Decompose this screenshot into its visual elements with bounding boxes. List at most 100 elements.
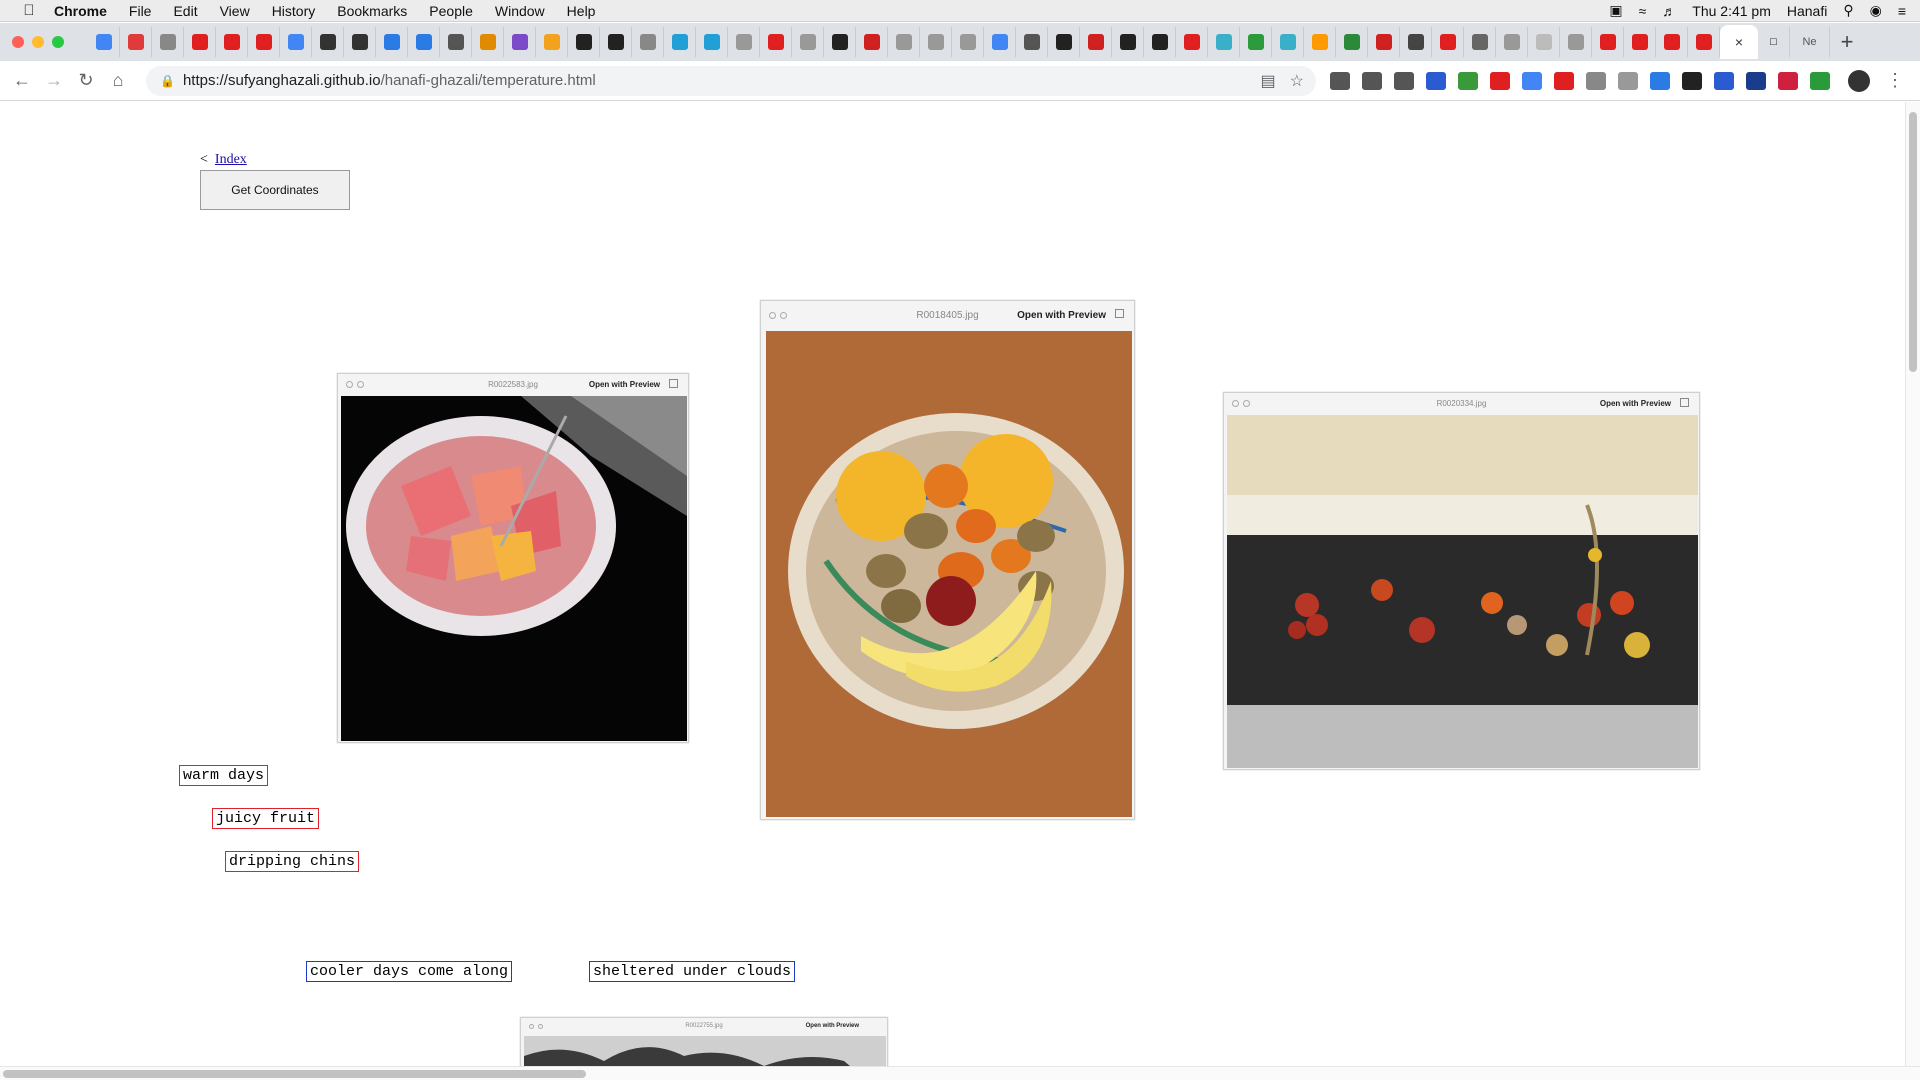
lock-icon[interactable]: 🔒 [160, 74, 175, 88]
open-with-preview-button[interactable]: Open with Preview [1017, 310, 1106, 321]
menu-clock[interactable]: Thu 2:41 pm [1692, 3, 1771, 19]
extension-icon-8[interactable] [1554, 71, 1574, 90]
spotlight-search-icon[interactable]: ⚲ [1843, 2, 1853, 19]
extension-icon-2[interactable] [1362, 71, 1382, 90]
photo-window-tomatoes[interactable]: R0020334.jpg Open with Preview [1223, 392, 1700, 770]
pinned-tab-34[interactable] [1144, 27, 1176, 57]
pinned-tab-7[interactable] [280, 27, 312, 57]
pinned-tab-6[interactable] [248, 27, 280, 57]
pinned-tab-46[interactable] [1528, 27, 1560, 57]
pinned-tab-33[interactable] [1112, 27, 1144, 57]
pinned-tab-17[interactable] [600, 27, 632, 57]
home-button[interactable]: ⌂ [102, 65, 134, 97]
pinned-tab-24[interactable] [824, 27, 856, 57]
siri-icon[interactable]: ◉ [1870, 2, 1882, 19]
menu-people[interactable]: People [429, 3, 473, 19]
pinned-tab-35[interactable] [1176, 27, 1208, 57]
tag-juicy-fruit[interactable]: juicy fruit [212, 808, 320, 829]
pinned-tab-10[interactable] [376, 27, 408, 57]
pinned-tab-50[interactable] [1656, 27, 1688, 57]
pinned-tab-3[interactable] [152, 27, 184, 57]
expand-dot-icon[interactable] [357, 380, 364, 388]
pinned-tab-30[interactable] [1016, 27, 1048, 57]
tag-sheltered-under-clouds[interactable]: sheltered under clouds [589, 961, 796, 982]
pinned-tab-28[interactable] [952, 27, 984, 57]
vertical-scroll-thumb[interactable] [1909, 112, 1917, 372]
pinned-tab-31[interactable] [1048, 27, 1080, 57]
extension-icon-1[interactable] [1330, 71, 1350, 90]
pinned-tab-25[interactable] [856, 27, 888, 57]
pinned-tab-45[interactable] [1496, 27, 1528, 57]
menu-view[interactable]: View [220, 3, 250, 19]
open-with-preview-button[interactable]: Open with Preview [1600, 399, 1671, 408]
close-dot-icon[interactable] [346, 380, 353, 388]
pinned-tab-18[interactable] [632, 27, 664, 57]
apple-menu-icon[interactable]:  [18, 2, 40, 19]
extension-icon-5[interactable] [1458, 71, 1478, 90]
address-bar[interactable]: 🔒 https://sufyanghazali.github.io/hanafi… [146, 65, 1316, 96]
extension-icon-7[interactable] [1522, 71, 1542, 90]
close-dot-icon[interactable] [529, 1023, 534, 1029]
pinned-tab-12[interactable] [440, 27, 472, 57]
pinned-tab-48[interactable] [1592, 27, 1624, 57]
pinned-tab-1[interactable] [88, 27, 120, 57]
menu-help[interactable]: Help [567, 3, 596, 19]
pinned-tab-9[interactable] [344, 27, 376, 57]
blocked-popup-icon[interactable]: ▤ [1261, 71, 1276, 91]
extension-icon-12[interactable] [1682, 71, 1702, 90]
expand-dot-icon[interactable] [1243, 399, 1250, 407]
tag-cooler-days[interactable]: cooler days come along [306, 961, 513, 982]
cast-status-icon[interactable]: ▣ [1609, 2, 1622, 19]
pinned-tab-39[interactable] [1304, 27, 1336, 57]
pinned-tab-5[interactable] [216, 27, 248, 57]
minimize-window-button[interactable] [32, 36, 44, 48]
close-dot-icon[interactable] [1232, 399, 1239, 407]
pinned-tab-38[interactable] [1272, 27, 1304, 57]
menu-user[interactable]: Hanafi [1787, 3, 1827, 19]
share-icon[interactable] [1115, 309, 1124, 318]
extension-icon-3[interactable] [1394, 71, 1414, 90]
pinned-tab-32[interactable] [1080, 27, 1112, 57]
tag-warm-days[interactable]: warm days [179, 765, 269, 786]
menu-list-icon[interactable]: ≡ [1898, 3, 1906, 19]
extension-icon-14[interactable] [1746, 71, 1766, 90]
menu-bookmarks[interactable]: Bookmarks [337, 3, 407, 19]
pinned-tab-42[interactable] [1400, 27, 1432, 57]
new-tab-button[interactable]: + [1830, 27, 1864, 57]
pinned-tab-26[interactable] [888, 27, 920, 57]
pinned-tab-23[interactable] [792, 27, 824, 57]
extension-icon-10[interactable] [1618, 71, 1638, 90]
pinned-tab-49[interactable] [1624, 27, 1656, 57]
extension-icon-15[interactable] [1778, 71, 1798, 90]
close-window-button[interactable] [12, 36, 24, 48]
pinned-tab-40[interactable] [1336, 27, 1368, 57]
pinned-tab-36[interactable] [1208, 27, 1240, 57]
pinned-tab-2[interactable] [120, 27, 152, 57]
pinned-tab-14[interactable] [504, 27, 536, 57]
pinned-tab-43[interactable] [1432, 27, 1464, 57]
pinned-tab-37[interactable] [1240, 27, 1272, 57]
pinned-tab-19[interactable] [664, 27, 696, 57]
tab-new[interactable]: Ne [1790, 27, 1830, 57]
open-with-preview-button[interactable]: Open with Preview [589, 380, 660, 389]
pinned-tab-4[interactable] [184, 27, 216, 57]
forward-button[interactable]: → [38, 65, 70, 97]
tag-dripping-chins[interactable]: dripping chins [225, 851, 360, 872]
photo-window-watermelon[interactable]: R0022583.jpg Open with Preview [337, 373, 689, 743]
pinned-tab-51[interactable] [1688, 27, 1720, 57]
volume-icon[interactable]: ♬ [1662, 3, 1676, 19]
extension-icon-9[interactable] [1586, 71, 1606, 90]
extension-icon-13[interactable] [1714, 71, 1734, 90]
wifi-icon[interactable]: ≈ [1639, 3, 1647, 19]
pinned-tab-44[interactable] [1464, 27, 1496, 57]
extension-icon-4[interactable] [1426, 71, 1446, 90]
tab-doc[interactable]: □ [1758, 27, 1790, 57]
menu-edit[interactable]: Edit [173, 3, 197, 19]
open-with-preview-button[interactable]: Open with Preview [806, 1023, 859, 1029]
back-button[interactable]: ← [6, 65, 38, 97]
extension-icon-6[interactable] [1490, 71, 1510, 90]
close-dot-icon[interactable] [769, 311, 776, 319]
pinned-tab-8[interactable] [312, 27, 344, 57]
maximize-window-button[interactable] [52, 36, 64, 48]
get-coordinates-button[interactable]: Get Coordinates [200, 170, 350, 210]
